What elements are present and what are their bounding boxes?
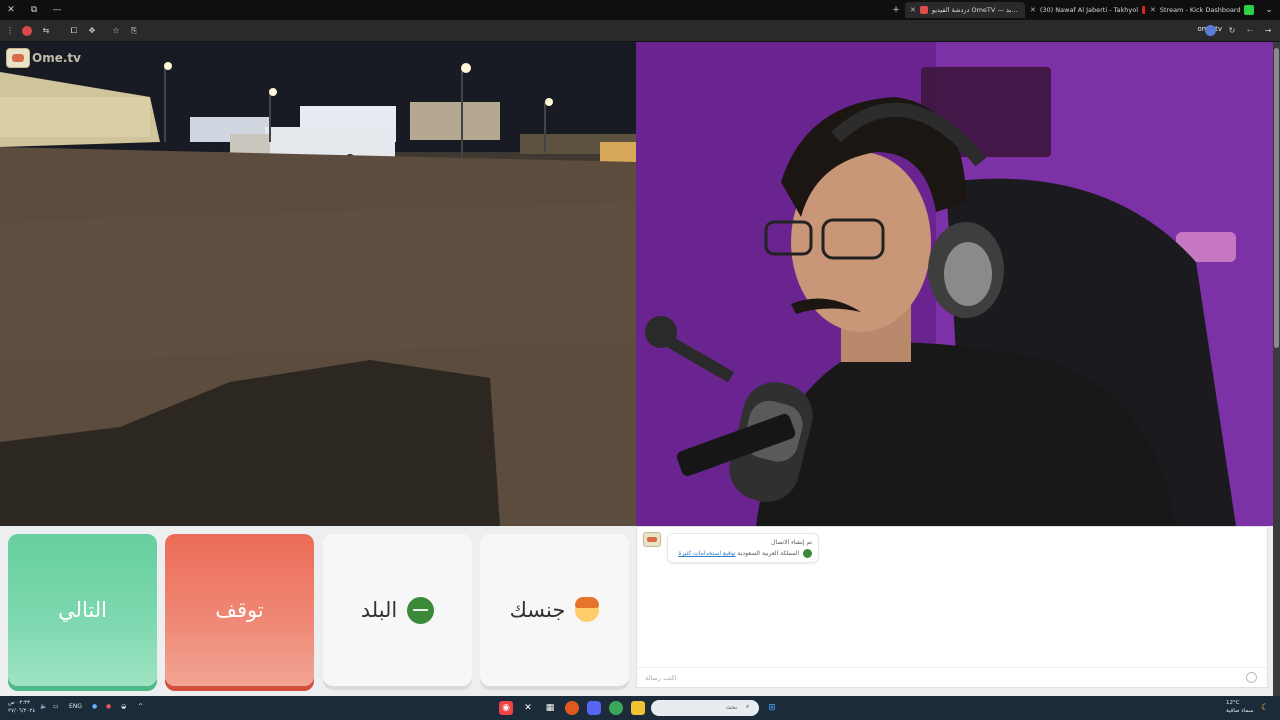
menu-dots-icon[interactable]: ⋮ bbox=[4, 25, 16, 37]
gamepad-icon[interactable]: ◒ bbox=[121, 703, 126, 710]
saudi-flag-icon bbox=[407, 596, 435, 624]
app-capcut-icon[interactable]: ✕ bbox=[521, 701, 535, 715]
weather-moon-icon[interactable]: ☾ bbox=[1258, 701, 1272, 715]
boy-face-icon bbox=[575, 597, 600, 622]
windows-taskbar: ٠٣:٣٣ ص ٢٧/٠٦/٢٠٢٤ 🔈 ▭ ENG ● ● ◒ ^ ◉ ✕ ▦… bbox=[0, 696, 1280, 720]
logo-text: Ome.tv bbox=[32, 51, 81, 65]
volume-icon[interactable]: 🔈 bbox=[40, 703, 47, 710]
system-message: تم إنشاء الاتصال المملكة العربية السعودي… bbox=[667, 533, 819, 563]
new-tab-icon[interactable]: + bbox=[889, 3, 903, 17]
app-browser-icon[interactable] bbox=[565, 701, 579, 715]
scrollbar-thumb[interactable] bbox=[1274, 48, 1279, 348]
minimize-window-icon[interactable]: — bbox=[50, 3, 64, 17]
app-discord-icon[interactable] bbox=[587, 701, 601, 715]
share-icon[interactable]: ⧠ bbox=[68, 25, 80, 37]
app-chrome-icon[interactable] bbox=[609, 701, 623, 715]
close-tab-icon[interactable]: ✕ bbox=[1030, 6, 1036, 14]
close-window-icon[interactable]: ✕ bbox=[4, 3, 18, 17]
back-arrow-icon[interactable]: ← bbox=[1244, 25, 1256, 37]
stop-button[interactable]: توقف bbox=[165, 534, 314, 686]
tab-kick[interactable]: ✕ Stream - Kick Dashboard bbox=[1145, 2, 1255, 18]
app-screen-recorder-icon[interactable]: ◉ bbox=[499, 701, 513, 715]
system-link[interactable]: توقيع استخدامات كثيرة bbox=[678, 550, 735, 557]
ometv-system-avatar-icon bbox=[643, 532, 661, 547]
ometv-logo[interactable]: Ome.tv bbox=[6, 48, 81, 68]
microphone-icon[interactable]: ● bbox=[92, 703, 97, 710]
tab-label: Stream - Kick Dashboard bbox=[1159, 6, 1241, 14]
tab-label: دردشة الفيديو OmeTV — بد... bbox=[931, 6, 1018, 14]
language-indicator[interactable]: ENG bbox=[69, 703, 82, 710]
self-video-scene bbox=[636, 42, 1273, 526]
ometv-logo-icon bbox=[6, 48, 30, 68]
next-label: التالي bbox=[58, 598, 107, 622]
chevron-up-icon[interactable]: ^ bbox=[138, 703, 143, 710]
network-icon[interactable]: ▭ bbox=[53, 703, 59, 710]
chat-panel: تم إنشاء الاتصال المملكة العربية السعودي… bbox=[636, 526, 1268, 688]
close-tab-icon[interactable]: ✕ bbox=[910, 6, 916, 14]
remote-video-scene bbox=[0, 42, 636, 526]
windows-start-icon[interactable]: ⊞ bbox=[765, 701, 779, 715]
tray-app-icon[interactable]: ● bbox=[106, 703, 111, 710]
browser-tab-bar: ✕ ⧉ — + ✕ دردشة الفيديو OmeTV — بد... ✕ … bbox=[0, 0, 1280, 20]
country-filter-button[interactable]: البلد bbox=[323, 534, 472, 686]
ometv-page: Ome.tv التالي توقف البلد جنسك تم إنشاء ا… bbox=[0, 42, 1280, 696]
restore-window-icon[interactable]: ⧉ bbox=[27, 3, 41, 17]
tab-search-chevron-down-icon[interactable]: ⌄ bbox=[1262, 3, 1276, 17]
ometv-favicon-icon bbox=[919, 6, 928, 14]
kick-extension-icon[interactable] bbox=[1244, 5, 1254, 15]
clock-time[interactable]: ٠٣:٣٣ ص bbox=[8, 700, 30, 707]
site-info-icon[interactable] bbox=[1205, 25, 1216, 36]
extension-icon[interactable]: ⇆ bbox=[40, 25, 52, 37]
install-app-icon[interactable]: ⎘ bbox=[128, 25, 140, 37]
chat-message-input[interactable]: اكتب رسالة bbox=[637, 667, 1267, 687]
app-calculator-icon[interactable]: ▦ bbox=[543, 701, 557, 715]
extension-red-icon[interactable] bbox=[22, 26, 32, 36]
next-button[interactable]: التالي bbox=[8, 534, 157, 686]
remote-video: Ome.tv bbox=[0, 42, 636, 526]
gender-filter-button[interactable]: جنسك bbox=[480, 534, 629, 686]
weather-desc[interactable]: سماء صافية bbox=[1226, 708, 1253, 715]
self-video bbox=[636, 42, 1273, 526]
search-icon: ⌕ bbox=[746, 703, 750, 710]
bookmark-star-icon[interactable]: ☆ bbox=[110, 25, 122, 37]
stop-label: توقف bbox=[215, 598, 264, 622]
system-message-line1: تم إنشاء الاتصال bbox=[771, 539, 812, 546]
tab-label: (30) Nawaf Al Jaberti - Takhyol bbox=[1039, 6, 1139, 14]
weather-temp[interactable]: 12°C bbox=[1226, 700, 1240, 707]
clock-date[interactable]: ٢٧/٠٦/٢٠٢٤ bbox=[8, 708, 35, 715]
emoji-smile-icon[interactable] bbox=[1246, 672, 1257, 683]
gender-label: جنسك bbox=[509, 598, 566, 622]
system-country: المملكة العربية السعودية bbox=[737, 550, 800, 557]
reload-icon[interactable]: ↻ bbox=[1226, 25, 1238, 37]
forward-arrow-icon[interactable]: → bbox=[1262, 25, 1274, 37]
tab-ometv[interactable]: ✕ دردشة الفيديو OmeTV — بد... bbox=[905, 2, 1025, 18]
browser-address-bar: ⋮ ⇆ ⧠ ✥ ☆ ⎘ ome.tv ↻ ← → bbox=[0, 20, 1280, 42]
tab-youtube[interactable]: ✕ (30) Nawaf Al Jaberti - Takhyol bbox=[1025, 2, 1145, 18]
app-file-explorer-icon[interactable] bbox=[631, 701, 645, 715]
close-tab-icon[interactable]: ✕ bbox=[1150, 6, 1156, 14]
page-scrollbar[interactable] bbox=[1273, 42, 1280, 696]
extensions-puzzle-icon[interactable]: ✥ bbox=[86, 25, 98, 37]
country-label: البلد bbox=[360, 598, 398, 622]
taskbar-search-input[interactable]: بحث bbox=[651, 700, 759, 716]
saudi-flag-icon bbox=[803, 549, 812, 558]
